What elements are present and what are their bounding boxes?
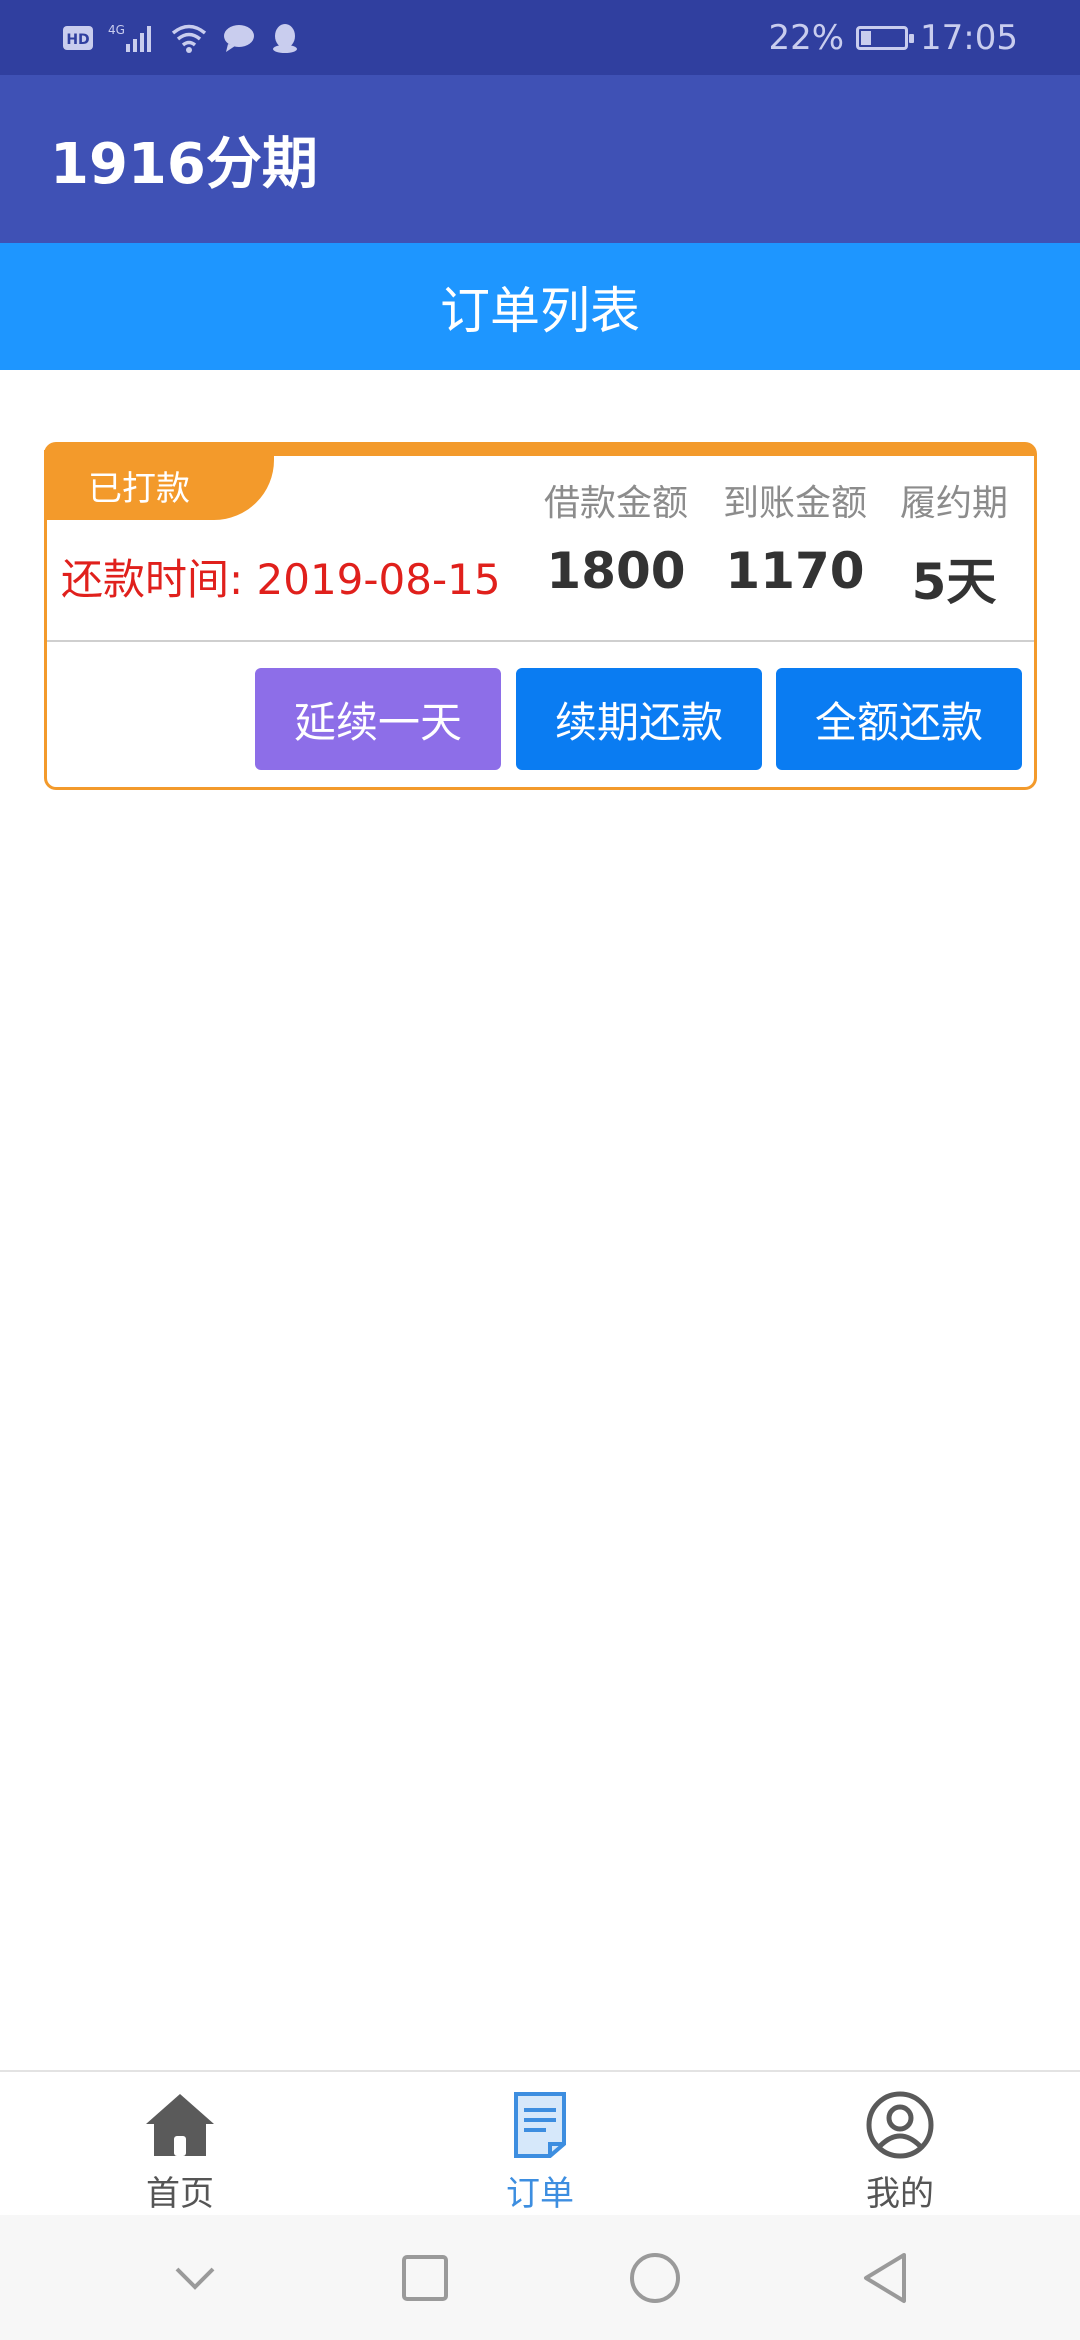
battery-level <box>861 30 872 45</box>
qq-icon <box>273 23 297 53</box>
full-repay-button[interactable]: 全额还款 <box>776 668 1022 770</box>
order-icon <box>514 2092 566 2158</box>
home-button[interactable] <box>620 2243 690 2313</box>
term-header: 履约期 <box>899 483 1008 524</box>
recents-button[interactable] <box>390 2243 460 2313</box>
system-nav-bar <box>0 2215 1080 2340</box>
order-values: 1800 1170 5天 <box>526 542 1024 614</box>
status-icons: HD 4G <box>62 22 300 54</box>
repay-date: 还款时间: 2019-08-15 <box>61 555 501 604</box>
extend-one-day-button[interactable]: 延续一天 <box>255 668 501 770</box>
nav-item-profile[interactable]: 我的 <box>720 2072 1080 2215</box>
svg-text:HD: HD <box>66 32 89 48</box>
bottom-nav: 首页 订单 我的 <box>0 2070 1080 2215</box>
circle-icon <box>630 2252 680 2303</box>
svg-text:4G: 4G <box>108 23 125 37</box>
term-value: 5天 <box>911 553 997 611</box>
back-triangle-icon <box>864 2252 906 2303</box>
nav-item-orders[interactable]: 订单 <box>360 2072 720 2215</box>
clock: 17:05 <box>920 17 1018 58</box>
loan-amount-header: 借款金额 <box>543 483 688 524</box>
app-bar: 1916分期 <box>0 75 1080 243</box>
status-badge: 已打款 <box>44 450 274 520</box>
received-amount-header: 到账金额 <box>722 483 867 524</box>
column-headers: 借款金额 到账金额 履约期 <box>526 474 1024 526</box>
home-icon <box>146 2094 214 2156</box>
square-icon <box>402 2254 448 2301</box>
profile-icon <box>866 2091 934 2159</box>
battery-icon <box>856 25 915 50</box>
signal-4g-icon: 4G <box>108 23 151 52</box>
nav-item-home[interactable]: 首页 <box>0 2072 360 2215</box>
screen: HD 4G 22% 17:05 1916分期 订单列表 已打款 借款金额 到账金… <box>0 0 1080 2340</box>
battery-percent: 22% <box>768 17 845 58</box>
divider <box>47 640 1034 642</box>
page-title: 订单列表 <box>0 243 1080 370</box>
hd-icon: HD <box>63 25 93 50</box>
collapse-button[interactable] <box>160 2243 230 2313</box>
received-amount-value: 1170 <box>725 542 865 600</box>
message-icon <box>224 24 254 52</box>
order-card: 已打款 借款金额 到账金额 履约期 还款时间: 2019-08-15 1800 … <box>44 442 1037 790</box>
loan-amount-value: 1800 <box>546 542 686 600</box>
renew-repay-button[interactable]: 续期还款 <box>516 668 762 770</box>
back-button[interactable] <box>850 2243 920 2313</box>
nav-label-home: 首页 <box>146 2174 214 2214</box>
status-right: 22% 17:05 <box>768 18 1018 58</box>
status-bar: HD 4G 22% 17:05 <box>0 0 1080 75</box>
wifi-icon <box>171 24 207 53</box>
chevron-down-icon <box>175 2267 215 2290</box>
app-title: 1916分期 <box>50 131 318 197</box>
nav-label-orders: 订单 <box>506 2174 574 2214</box>
nav-label-profile: 我的 <box>866 2174 934 2214</box>
